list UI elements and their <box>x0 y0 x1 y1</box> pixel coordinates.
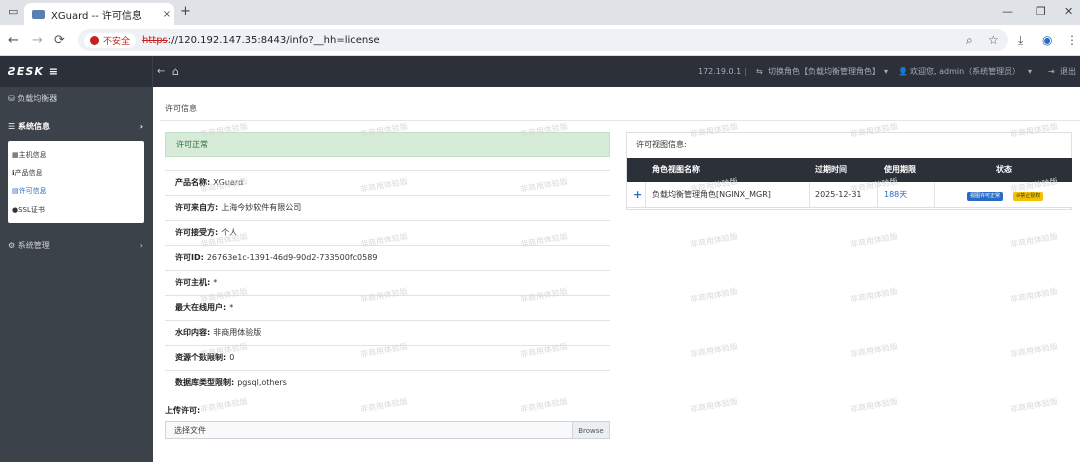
bookmark-star-icon[interactable]: ☆ <box>988 25 999 56</box>
insecure-label: 不安全 <box>103 36 131 47</box>
th-role-view: 角色视图名称 <box>652 165 700 174</box>
new-tab-button[interactable]: + <box>180 4 191 19</box>
sidebar-item-load-balancer[interactable]: ⛁ 负载均衡器 <box>0 88 153 110</box>
field-value: * <box>229 303 234 312</box>
divider <box>160 120 1080 121</box>
chevron-right-icon: › <box>139 122 143 131</box>
sub-item-product-info[interactable]: ℹ产品信息 <box>12 164 43 182</box>
user-icon: 👤 <box>898 67 908 76</box>
zoom-icon[interactable]: ⌕ <box>966 25 973 56</box>
home-icon[interactable]: ⌂ <box>172 56 179 87</box>
license-field-row: 水印内容: 非商用体验版 <box>165 320 610 344</box>
logout-link[interactable]: 退出 <box>1060 56 1076 87</box>
breadcrumb: 许可信息 <box>165 104 197 113</box>
back-icon[interactable]: ← <box>8 25 19 56</box>
restore-icon[interactable]: ❐ <box>1036 5 1046 18</box>
tab-title: XGuard -- 许可信息 <box>51 10 142 22</box>
url-scheme: https <box>142 34 168 46</box>
logout-icon: ⇥ <box>1048 67 1055 76</box>
sub-item-label: SSL证书 <box>18 206 45 214</box>
cell-divider <box>645 182 646 208</box>
field-label: 许可主机: <box>175 278 211 287</box>
insecure-badge[interactable]: 不安全 <box>84 32 137 48</box>
field-value: 非商用体验版 <box>213 328 262 337</box>
sub-item-host-info[interactable]: ▦主机信息 <box>12 146 47 164</box>
switch-role-dropdown[interactable]: 切换角色【负载均衡管理角色】 <box>768 56 880 87</box>
browse-button[interactable]: Browse <box>572 421 610 439</box>
url-bar[interactable]: 不安全 https://120.192.147.35:8443/info?__h… <box>78 29 1008 51</box>
url-text: ://120.192.147.35:8443/info?__hh=license <box>167 34 380 46</box>
close-window-icon[interactable]: ✕ <box>1064 5 1073 18</box>
profile-icon[interactable]: ◉ <box>1042 25 1052 56</box>
back-arrow-icon[interactable]: ← <box>157 56 165 87</box>
license-field-row: 数据库类型限制: pgsql,others <box>165 370 610 394</box>
upload-label: 上传许可: <box>165 406 201 415</box>
sidebar-item-system-info[interactable]: ☰ 系统信息 › <box>0 116 153 138</box>
field-value: * <box>213 278 218 287</box>
th-status: 状态 <box>996 165 1012 174</box>
warning-icon <box>90 35 99 45</box>
minimize-icon[interactable]: — <box>1002 5 1013 18</box>
download-icon[interactable]: ⤓ <box>1018 25 1023 56</box>
sidebar-item-system-mgmt[interactable]: ⚙ 系统管理 › <box>0 235 153 257</box>
sidebar-item-label: 系统信息 <box>17 122 50 131</box>
field-label: 许可接受方: <box>175 228 219 237</box>
chevron-down-icon: ▾ <box>1028 67 1033 76</box>
field-label: 水印内容: <box>175 328 211 337</box>
app-logo: ƧESK ≡ <box>0 56 153 87</box>
cell-divider <box>809 182 810 208</box>
chevron-right-icon: › <box>139 241 143 250</box>
sub-item-label: 产品信息 <box>14 169 43 177</box>
header-divider: | <box>744 67 747 76</box>
welcome-user-dropdown[interactable]: 欢迎您, admin（系统管理员） <box>910 56 1020 87</box>
menu-dots-icon[interactable]: ⋮ <box>1066 25 1078 56</box>
sub-item-label: 许可信息 <box>18 187 47 195</box>
cell-divider <box>934 182 935 208</box>
forward-icon[interactable]: → <box>32 25 43 56</box>
license-field-row: 许可ID: 26763e1c-1391-46d9-90d2-733500fc058… <box>165 245 610 269</box>
th-expire: 过期时间 <box>815 165 847 174</box>
field-label: 许可ID: <box>175 253 204 262</box>
field-label: 许可来自方: <box>175 203 219 212</box>
header-ip: 172.19.0.1 <box>698 67 742 76</box>
sidebar-item-label: 系统管理 <box>17 241 50 250</box>
sub-item-label: 主机信息 <box>18 151 47 159</box>
field-value: pgsql,others <box>237 378 287 387</box>
field-value: 26763e1c-1391-46d9-90d2-733500fc0589 <box>206 253 378 262</box>
chevron-down-icon: ▾ <box>884 67 889 76</box>
sub-item-ssl-cert[interactable]: ●SSL证书 <box>12 201 45 219</box>
browser-tab[interactable]: XGuard -- 许可信息 × <box>24 3 174 25</box>
tab-list-icon[interactable]: ▭ <box>8 5 18 18</box>
status-badge-ok: 视图许可正常 <box>967 192 1004 201</box>
panel-title: 许可视图信息: <box>636 140 687 149</box>
reload-icon[interactable]: ⟳ <box>54 25 65 56</box>
field-label: 数据库类型限制: <box>175 378 235 387</box>
expand-row-icon[interactable]: + <box>633 182 642 208</box>
favicon-icon <box>32 9 45 19</box>
sub-item-license-info[interactable]: ▤许可信息 <box>12 182 47 200</box>
sidebar-item-label: 负载均衡器 <box>17 94 58 103</box>
switch-role-icon: ⇆ <box>756 67 763 76</box>
tab-close-icon[interactable]: × <box>160 9 174 20</box>
file-input[interactable]: 选择文件 <box>165 421 610 439</box>
field-value: 上海今妙软件有限公司 <box>221 203 302 212</box>
license-field-row: 许可来自方: 上海今妙软件有限公司 <box>165 195 610 219</box>
